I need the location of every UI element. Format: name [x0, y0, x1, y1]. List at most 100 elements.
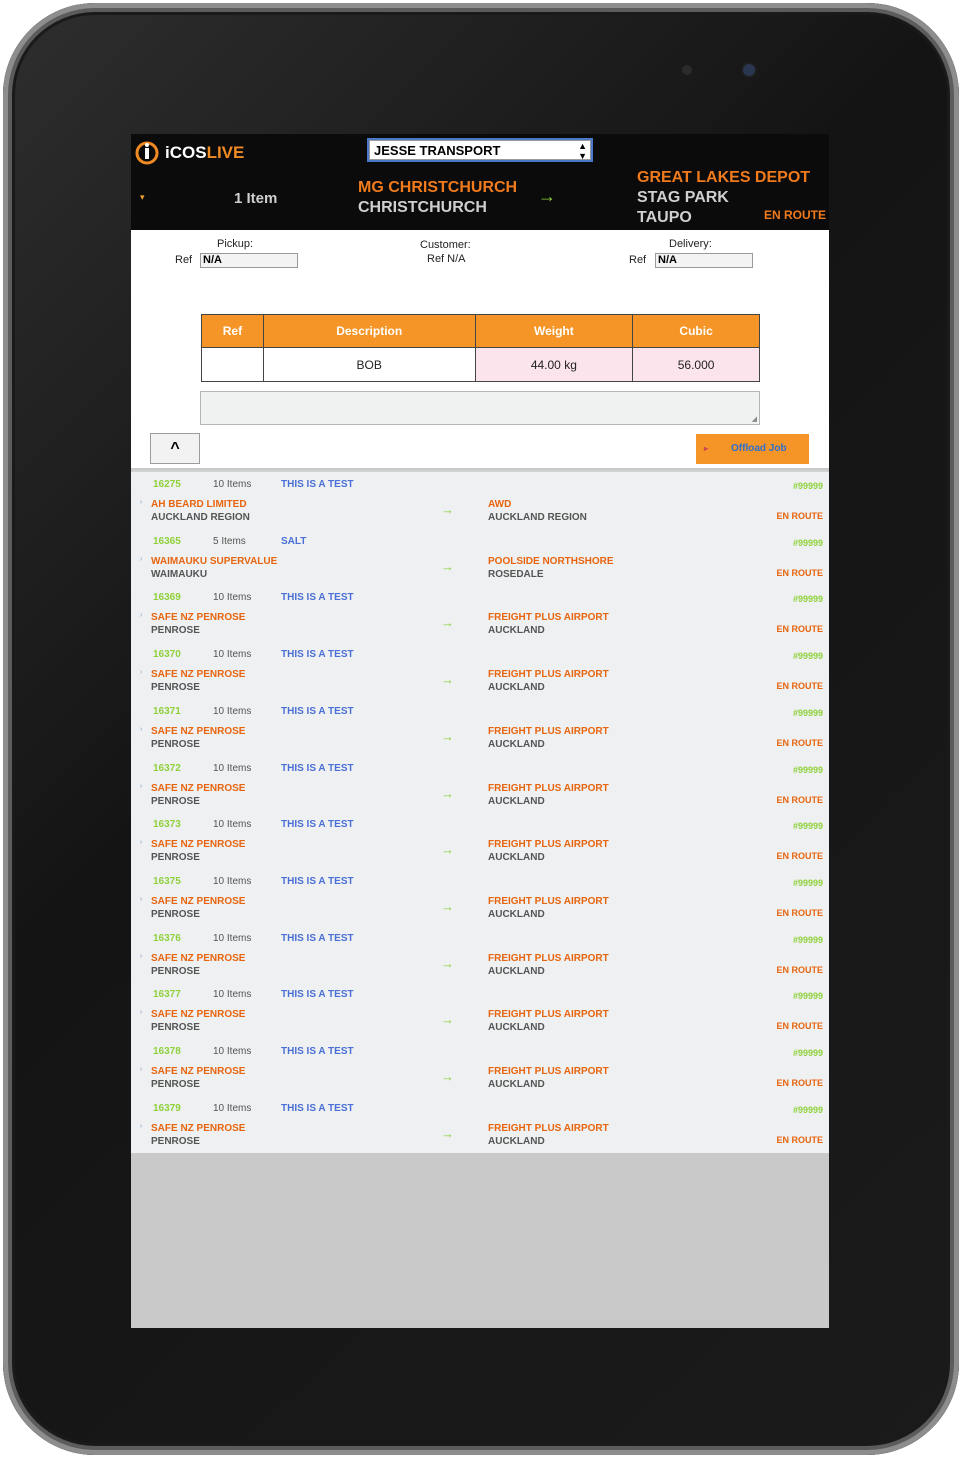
job-item-count: 5 Items	[213, 535, 246, 547]
cell-ref	[201, 347, 264, 382]
list-item[interactable]: › 16370 10 Items THIS IS A TEST SAFE NZ PENR…	[131, 642, 829, 699]
expand-caret-icon: ›	[140, 1066, 143, 1073]
job-status: EN ROUTE	[776, 1078, 823, 1088]
job-id: 16372	[153, 762, 181, 774]
list-item[interactable]: › 16377 10 Items THIS IS A TEST SAFE NZ PENR…	[131, 982, 829, 1039]
job-origin-city: PENROSE	[151, 795, 200, 807]
job-status: EN ROUTE	[776, 851, 823, 862]
job-origin-city: PENROSE	[151, 908, 200, 920]
job-destination-name: FREIGHT PLUS AIRPORT	[488, 1009, 609, 1021]
list-item[interactable]: › 16372 10 Items THIS IS A TEST SAFE NZ PENR…	[131, 756, 829, 813]
route-arrow-icon: →	[441, 728, 454, 744]
collapse-button[interactable]: ^	[150, 433, 200, 464]
app-logo: i COS LIVE	[133, 138, 244, 168]
job-destination-city: ROSEDALE	[488, 568, 544, 580]
job-note: THIS IS A TEST	[281, 932, 354, 944]
route-arrow-icon: →	[441, 1125, 454, 1141]
job-destination-city: AUCKLAND	[488, 1079, 545, 1090]
table-row[interactable]: BOB 44.00 kg 56.000	[201, 347, 760, 382]
job-destination-name: FREIGHT PLUS AIRPORT	[488, 1066, 609, 1077]
job-reference: #99999	[792, 481, 823, 491]
job-id: 16370	[153, 649, 181, 661]
list-item[interactable]: › 16378 10 Items THIS IS A TEST SAFE NZ PENR…	[131, 1039, 829, 1096]
header-bar: i COS LIVE JESSE TRANSPORT ▲ ▼ ▾ 1 Item MG …	[131, 134, 829, 230]
job-destination-name: FREIGHT PLUS AIRPORT	[488, 669, 609, 681]
expand-caret-icon: ›	[140, 555, 143, 563]
job-status: EN ROUTE	[776, 737, 823, 748]
route-arrow-icon: →	[538, 186, 556, 206]
job-id: 16369	[153, 592, 181, 604]
route-arrow-icon: →	[441, 672, 454, 688]
job-origin-city: PENROSE	[151, 625, 200, 637]
job-destination-city: AUCKLAND	[488, 1022, 545, 1034]
logo-text-live: LIVE	[206, 143, 245, 162]
list-item[interactable]: › 16369 10 Items THIS IS A TEST SAFE NZ PENR…	[131, 585, 829, 642]
job-destination-name: FREIGHT PLUS AIRPORT	[488, 612, 609, 624]
list-item[interactable]: › 16275 10 Items THIS IS A TEST AH BEARD LIM…	[131, 472, 829, 529]
company-select[interactable]: JESSE TRANSPORT ▲ ▼	[369, 140, 591, 161]
delivery-ref-input[interactable]: N/A	[655, 253, 753, 268]
job-destination-city: AUCKLAND	[488, 795, 545, 807]
job-destination-name: FREIGHT PLUS AIRPORT	[488, 952, 609, 964]
item-count: 1 Item	[234, 190, 278, 207]
route-arrow-icon: →	[441, 502, 454, 517]
job-note: THIS IS A TEST	[281, 1102, 354, 1114]
resize-grip-icon[interactable]: ◢	[752, 415, 757, 423]
route-arrow-icon: →	[441, 1012, 454, 1028]
customer-ref: Ref N/A	[427, 253, 466, 265]
cell-description: BOB	[262, 347, 476, 382]
col-ref: Ref	[201, 314, 264, 348]
notes-textarea[interactable]: ◢	[200, 391, 760, 425]
job-note: SALT	[281, 535, 307, 547]
destination-city: TAUPO	[637, 209, 692, 226]
job-reference: #99999	[792, 594, 823, 605]
job-origin-name: SAFE NZ PENROSE	[151, 952, 246, 964]
job-status: EN ROUTE	[764, 208, 827, 222]
job-reference: #99999	[792, 651, 823, 662]
job-origin-city: PENROSE	[151, 1022, 200, 1034]
job-origin-city: PENROSE	[151, 852, 200, 864]
job-item-count: 10 Items	[213, 649, 252, 661]
job-origin-name: SAFE NZ PENROSE	[151, 1122, 246, 1134]
cell-weight[interactable]: 44.00 kg	[474, 347, 634, 382]
job-item-count: 10 Items	[213, 819, 252, 831]
job-note: THIS IS A TEST	[281, 479, 354, 490]
pickup-label: Pickup:	[217, 238, 254, 250]
job-origin-name: SAFE NZ PENROSE	[151, 1009, 246, 1021]
expand-caret-icon: ›	[140, 952, 143, 960]
job-origin-city: AUCKLAND REGION	[151, 512, 250, 523]
list-item[interactable]: › 16371 10 Items THIS IS A TEST SAFE NZ PENR…	[131, 699, 829, 756]
job-item-count: 10 Items	[213, 592, 252, 604]
job-id: 16275	[153, 479, 181, 490]
route-arrow-icon: →	[441, 955, 454, 971]
job-origin-city: PENROSE	[151, 965, 200, 977]
pickup-ref-input[interactable]: N/A	[200, 253, 298, 268]
expand-header-icon[interactable]: ▾	[140, 192, 145, 203]
job-reference: #99999	[792, 1104, 823, 1115]
offload-icon: ▸	[704, 444, 709, 453]
job-note: THIS IS A TEST	[281, 1046, 354, 1057]
route-arrow-icon: →	[441, 615, 454, 631]
job-item-count: 10 Items	[213, 1046, 252, 1057]
job-destination-city: AUCKLAND	[488, 738, 545, 750]
list-item[interactable]: › 16379 10 Items THIS IS A TEST SAFE NZ PENR…	[131, 1096, 829, 1153]
list-item[interactable]: › 16376 10 Items THIS IS A TEST SAFE NZ PENR…	[131, 926, 829, 983]
job-destination-city: AUCKLAND	[488, 1135, 545, 1147]
route-arrow-icon: →	[441, 1069, 454, 1084]
job-note: THIS IS A TEST	[281, 592, 354, 604]
expand-caret-icon: ›	[140, 839, 143, 847]
job-item-count: 10 Items	[213, 705, 252, 717]
offload-job-button[interactable]: ▸ Offload Job	[696, 434, 809, 464]
delivery-ref-label: Ref	[629, 254, 647, 266]
expand-caret-icon: ›	[140, 725, 143, 733]
list-item[interactable]: › 16365 5 Items SALT WAIMAUKU SUPERVALUE WAIM…	[131, 529, 829, 586]
job-status: EN ROUTE	[776, 794, 823, 805]
expand-caret-icon: ›	[140, 1009, 143, 1017]
job-item-count: 10 Items	[213, 762, 252, 774]
cell-cubic[interactable]: 56.000	[632, 347, 760, 382]
job-note: THIS IS A TEST	[281, 819, 354, 831]
list-item[interactable]: › 16373 10 Items THIS IS A TEST SAFE NZ PENR…	[131, 812, 829, 869]
front-camera	[743, 64, 755, 76]
list-item[interactable]: › 16375 10 Items THIS IS A TEST SAFE NZ PENR…	[131, 869, 829, 926]
logo-text-cos: COS	[169, 143, 207, 162]
